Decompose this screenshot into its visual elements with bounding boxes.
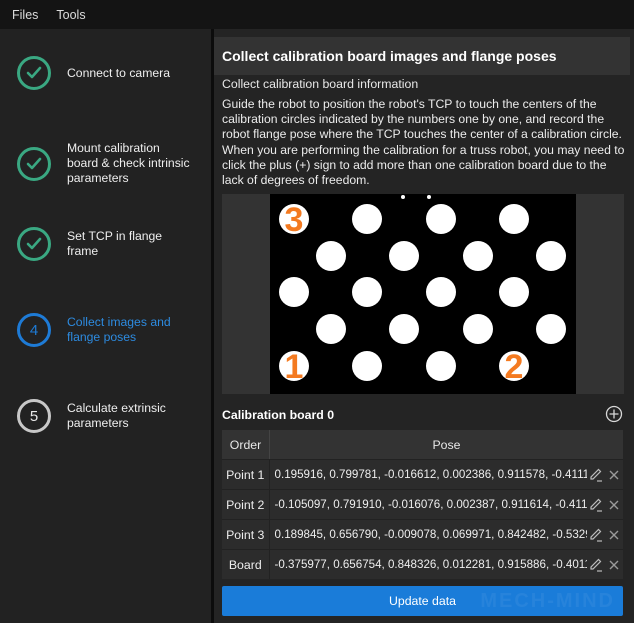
row-pose: 0.189845, 0.656790, -0.009078, 0.069971,… xyxy=(274,528,588,541)
step-number-badge: 5 xyxy=(17,399,51,433)
board-background xyxy=(270,194,576,394)
step-number-badge: 4 xyxy=(17,313,51,347)
point-marker-1: 1 xyxy=(285,348,304,386)
close-icon xyxy=(609,500,619,509)
main-header: Collect calibration board images and fla… xyxy=(214,37,630,75)
calibration-circle xyxy=(426,277,456,307)
pencil-icon xyxy=(590,468,603,482)
calibration-circle xyxy=(389,314,419,344)
delete-button[interactable] xyxy=(605,526,623,544)
edit-button[interactable] xyxy=(587,556,605,574)
step-label: Connect to camera xyxy=(67,65,170,80)
row-pose: 0.195916, 0.799781, -0.016612, 0.002386,… xyxy=(274,468,588,481)
calibration-circle xyxy=(316,241,346,271)
step-label: Set TCP in flange frame xyxy=(67,229,163,258)
calibration-circle xyxy=(352,204,382,234)
calibration-board-title: Calibration board 0 xyxy=(222,408,335,422)
calibration-circle xyxy=(536,241,566,271)
row-order: Point 1 xyxy=(222,460,270,489)
row-order: Point 2 xyxy=(222,490,270,519)
table-header: Order Pose xyxy=(222,430,623,459)
step-label: Collect images and flange poses xyxy=(67,315,171,344)
step-connect-camera[interactable]: Connect to camera xyxy=(17,56,192,90)
close-icon xyxy=(609,530,619,539)
step-calculate-extrinsic[interactable]: 5 Calculate extrinsic parameters xyxy=(17,399,192,433)
delete-button[interactable] xyxy=(605,556,623,574)
menu-bar: Files Tools xyxy=(0,0,634,29)
step-mount-board[interactable]: Mount calibration board & check intrinsi… xyxy=(17,141,192,186)
calibration-circle xyxy=(536,314,566,344)
calibration-circle xyxy=(426,204,456,234)
close-icon xyxy=(609,560,619,569)
check-icon xyxy=(17,56,51,90)
point-marker-3: 3 xyxy=(285,201,304,239)
page-title: Collect calibration board images and fla… xyxy=(222,48,557,64)
step-set-tcp[interactable]: Set TCP in flange frame xyxy=(17,227,192,261)
pencil-icon xyxy=(590,558,603,572)
calibration-circle xyxy=(426,351,456,381)
row-pose: -0.375977, 0.656754, 0.848326, 0.012281,… xyxy=(274,558,588,571)
check-icon xyxy=(17,146,51,181)
add-board-button[interactable] xyxy=(605,405,623,423)
main-panel: Collect calibration board images and fla… xyxy=(214,29,634,623)
pencil-icon xyxy=(590,498,603,512)
check-icon xyxy=(17,227,51,261)
section-title: Collect calibration board information xyxy=(222,77,419,91)
edit-button[interactable] xyxy=(587,496,605,514)
step-label: Mount calibration board & check intrinsi… xyxy=(67,141,190,185)
row-pose: -0.105097, 0.791910, -0.016076, 0.002387… xyxy=(274,498,588,511)
table-row[interactable]: Point 1 0.195916, 0.799781, -0.016612, 0… xyxy=(222,459,623,489)
table-row[interactable]: Point 3 0.189845, 0.656790, -0.009078, 0… xyxy=(222,519,623,549)
close-icon xyxy=(609,470,619,479)
calibration-circle xyxy=(352,277,382,307)
step-label: Calculate extrinsic parameters xyxy=(67,401,166,430)
edit-button[interactable] xyxy=(587,526,605,544)
step-collect-images[interactable]: 4 Collect images and flange poses xyxy=(17,313,192,347)
table-row[interactable]: Board -0.375977, 0.656754, 0.848326, 0.0… xyxy=(222,549,623,579)
calibration-circle xyxy=(279,277,309,307)
pose-table: Order Pose Point 1 0.195916, 0.799781, -… xyxy=(222,430,623,579)
calibration-board-image: 1 2 3 xyxy=(222,194,624,394)
pencil-icon xyxy=(590,528,603,542)
fiducial-dot xyxy=(401,195,405,199)
steps-sidebar: Connect to camera Mount calibration boar… xyxy=(0,29,211,623)
row-order: Board xyxy=(222,550,270,579)
calibration-circle xyxy=(352,351,382,381)
row-order: Point 3 xyxy=(222,520,270,549)
calibration-circle xyxy=(499,204,529,234)
edit-button[interactable] xyxy=(587,466,605,484)
calibration-board-pattern: 1 2 3 xyxy=(270,194,576,394)
update-data-button[interactable]: MECH-MIND Update data xyxy=(222,586,623,616)
instructions-text: Guide the robot to position the robot's … xyxy=(222,97,625,188)
delete-button[interactable] xyxy=(605,466,623,484)
calibration-circle xyxy=(463,314,493,344)
column-header-order[interactable]: Order xyxy=(222,430,270,459)
update-data-label: Update data xyxy=(388,594,456,608)
plus-circle-icon xyxy=(605,405,623,423)
calibration-circle xyxy=(389,241,419,271)
menu-files[interactable]: Files xyxy=(12,8,38,22)
fiducial-dot xyxy=(427,195,431,199)
delete-button[interactable] xyxy=(605,496,623,514)
menu-tools[interactable]: Tools xyxy=(56,8,85,22)
watermark: MECH-MIND xyxy=(480,590,615,612)
point-marker-2: 2 xyxy=(505,348,524,386)
column-header-pose[interactable]: Pose xyxy=(270,430,623,459)
table-row[interactable]: Point 2 -0.105097, 0.791910, -0.016076, … xyxy=(222,489,623,519)
calibration-circle xyxy=(463,241,493,271)
calibration-circle xyxy=(499,277,529,307)
calibration-circle xyxy=(316,314,346,344)
